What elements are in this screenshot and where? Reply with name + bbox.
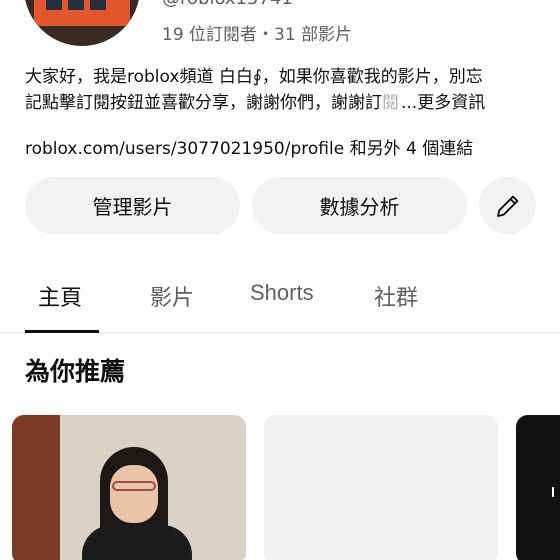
video-card-thumbnail[interactable] bbox=[264, 415, 498, 560]
tab-home[interactable]: 主頁 bbox=[38, 280, 82, 312]
channel-links[interactable]: roblox.com/users/3077021950/profile 和另外 … bbox=[25, 134, 473, 159]
avatar-window bbox=[90, 0, 106, 10]
channel-avatar[interactable] bbox=[24, 0, 140, 46]
thumbnail-door bbox=[12, 415, 60, 560]
channel-link-more[interactable]: 和另外 4 個連結 bbox=[344, 139, 474, 159]
description-line-1: 大家好，我是roblox頻道 白白∮，如果你喜歡我的影片，別忘 bbox=[25, 67, 483, 87]
edit-channel-button[interactable] bbox=[479, 177, 536, 234]
more-info-link[interactable]: ...更多資訊 bbox=[401, 90, 485, 116]
tab-shorts[interactable]: Shorts bbox=[250, 280, 314, 306]
channel-handle: @roblox15741 bbox=[162, 0, 293, 9]
pencil-icon bbox=[496, 195, 518, 217]
channel-description[interactable]: 大家好，我是roblox頻道 白白∮，如果你喜歡我的影片，別忘 記點擊訂閱按鈕並… bbox=[25, 64, 540, 116]
video-card-thumbnail[interactable] bbox=[516, 415, 560, 560]
channel-link-url[interactable]: roblox.com/users/3077021950/profile bbox=[25, 139, 344, 159]
thumbnail-person-shirt bbox=[82, 525, 192, 560]
avatar-window bbox=[68, 0, 84, 10]
thumbnail-person-glasses bbox=[112, 481, 156, 491]
channel-tabs: 主頁 影片 Shorts 社群 bbox=[0, 270, 560, 333]
thumbnail-person-face bbox=[110, 465, 158, 523]
active-tab-indicator bbox=[25, 330, 99, 333]
video-card-thumbnail[interactable] bbox=[12, 415, 246, 560]
channel-stats: 19 位訂閱者・31 部影片 bbox=[162, 25, 353, 45]
description-line-2-text: 記點擊訂閱按鈕並喜歡分享，謝謝你們，謝謝訂 bbox=[25, 93, 382, 113]
avatar-window bbox=[46, 0, 62, 10]
analytics-button[interactable]: 數據分析 bbox=[252, 177, 467, 234]
description-line-2-fade: 閱 bbox=[382, 93, 399, 113]
section-title: 為你推薦 bbox=[25, 357, 126, 386]
manage-videos-button[interactable]: 管理影片 bbox=[25, 177, 240, 234]
description-line-2: 記點擊訂閱按鈕並喜歡分享，謝謝你們，謝謝訂 閱 ...更多資訊 bbox=[25, 90, 540, 116]
thumbnail-mark bbox=[552, 487, 554, 497]
tab-community[interactable]: 社群 bbox=[374, 280, 418, 312]
tab-videos[interactable]: 影片 bbox=[150, 280, 194, 312]
